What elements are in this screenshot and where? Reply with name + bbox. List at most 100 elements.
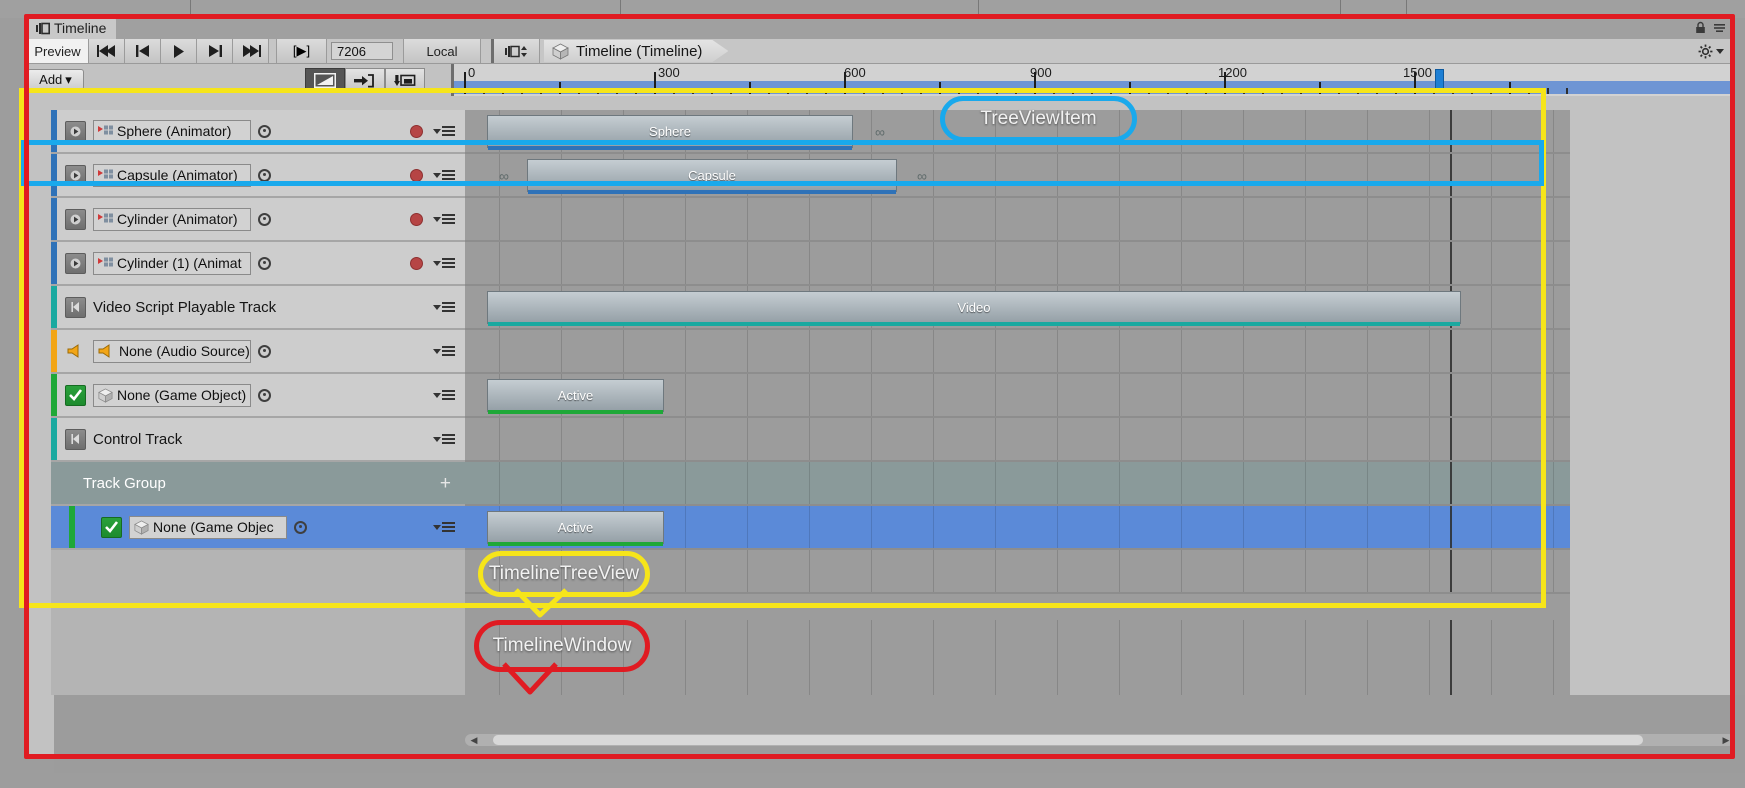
record-button[interactable] <box>410 168 423 182</box>
ruler-tick <box>711 88 713 94</box>
track-menu-button[interactable] <box>433 214 455 224</box>
frame-input[interactable]: 7206 <box>331 42 393 60</box>
clip-row[interactable] <box>465 330 1570 374</box>
add-track-button[interactable]: Add ▾ <box>27 69 84 90</box>
animator-icon[interactable] <box>65 164 86 186</box>
track-group-add-button[interactable]: + <box>440 474 451 493</box>
track-object-field[interactable]: Capsule (Animator) <box>93 163 251 187</box>
playable-track-icon[interactable] <box>65 296 86 318</box>
lock-target-icon[interactable] <box>258 168 271 182</box>
grid-line <box>809 418 810 460</box>
playhead-line <box>1450 550 1452 592</box>
track-header-audio-track[interactable]: None (Audio Source) <box>51 330 465 374</box>
track-header-group-activation-track[interactable]: None (Game Objec <box>51 506 465 550</box>
last-frame-button[interactable] <box>233 39 269 63</box>
ruler-tick <box>1262 88 1264 94</box>
annotation-tail-timelinetreeview <box>514 588 568 618</box>
replace-mode-button[interactable] <box>385 68 425 92</box>
video-clip[interactable]: Video <box>487 291 1461 326</box>
sequence-selector-button[interactable] <box>494 39 540 63</box>
clip-row[interactable]: Active <box>465 374 1570 418</box>
track-header-cylinder-animator[interactable]: Cylinder (Animator) <box>51 198 465 242</box>
play-button[interactable] <box>161 39 197 63</box>
lock-target-icon[interactable] <box>258 212 271 226</box>
track-header-sphere-animator[interactable]: Sphere (Animator) <box>51 110 465 154</box>
record-button[interactable] <box>410 212 423 226</box>
track-object-field[interactable]: None (Game Objec <box>129 515 287 539</box>
grid-line <box>871 198 872 240</box>
lock-target-icon[interactable] <box>258 124 271 138</box>
breadcrumb[interactable]: Timeline (Timeline) <box>544 40 728 62</box>
grid-line <box>747 374 748 416</box>
lock-icon[interactable] <box>1695 21 1706 34</box>
mix-mode-button[interactable] <box>305 68 345 92</box>
sphere-clip[interactable]: Sphere <box>487 115 853 150</box>
grid-line <box>623 462 624 504</box>
track-object-field[interactable]: Cylinder (1) (Animat <box>93 251 251 275</box>
animator-icon[interactable] <box>65 252 86 274</box>
first-frame-button[interactable] <box>89 39 125 63</box>
track-header-activation-track[interactable]: None (Game Object) <box>51 374 465 418</box>
play-range-button[interactable]: [▶] <box>277 39 327 63</box>
grid-line <box>995 154 996 196</box>
track-menu-button[interactable] <box>433 346 455 356</box>
clip-track-area[interactable]: Sphere ∞ Capsule ∞ ∞ Video Active Active <box>465 110 1570 620</box>
grid-line <box>499 198 500 240</box>
previous-keyframe-button[interactable] <box>125 39 161 63</box>
grid-line <box>1057 330 1058 372</box>
lock-target-icon[interactable] <box>258 256 271 270</box>
record-button[interactable] <box>410 256 423 270</box>
checkbox-checked-icon[interactable] <box>101 516 122 538</box>
clip-row[interactable] <box>465 418 1570 462</box>
tab-timeline[interactable]: Timeline <box>29 17 117 39</box>
track-header-control-track[interactable]: Control Track <box>51 418 465 462</box>
lock-target-icon[interactable] <box>258 388 271 402</box>
track-object-field[interactable]: Sphere (Animator) <box>93 119 251 143</box>
track-menu-button[interactable] <box>433 258 455 268</box>
clip-row[interactable]: Video <box>465 286 1570 330</box>
animator-icon[interactable] <box>65 208 86 230</box>
group-active-clip[interactable]: Active <box>487 511 664 546</box>
next-keyframe-button[interactable] <box>197 39 233 63</box>
track-menu-button[interactable] <box>433 522 455 532</box>
track-menu-button[interactable] <box>433 434 455 444</box>
checkbox-checked-icon[interactable] <box>65 384 86 406</box>
track-object-field[interactable]: Cylinder (Animator) <box>93 207 251 231</box>
track-header-list[interactable]: Sphere (Animator) Capsule (Animator) Cylin… <box>51 110 465 620</box>
lock-target-icon[interactable] <box>294 520 307 534</box>
time-mode-button[interactable]: Local <box>403 39 481 63</box>
track-header-cylinder-1-animator[interactable]: Cylinder (1) (Animat <box>51 242 465 286</box>
active-clip[interactable]: Active <box>487 379 664 414</box>
track-header-video-script-playable-track[interactable]: Video Script Playable Track <box>51 286 465 330</box>
track-menu-button[interactable] <box>433 302 455 312</box>
playable-track-icon[interactable] <box>65 428 86 450</box>
ripple-mode-button[interactable] <box>345 68 385 92</box>
scroll-left-arrow[interactable]: ◀ <box>467 734 481 746</box>
track-object-field[interactable]: None (Game Object) <box>93 383 251 407</box>
settings-button[interactable] <box>1698 39 1732 63</box>
horizontal-scrollbar[interactable]: ◀ ▶ <box>465 734 1735 746</box>
clip-row[interactable]: Capsule ∞ ∞ <box>465 154 1570 198</box>
track-group-header[interactable]: Track Group + <box>51 462 465 506</box>
scrollbar-thumb[interactable] <box>493 735 1643 745</box>
time-ruler[interactable]: 0 300 600 900 1200 1500 <box>451 64 1732 96</box>
kebab-menu-icon[interactable] <box>1713 21 1726 34</box>
clip-row[interactable]: Active <box>465 506 1570 550</box>
track-header-capsule-animator[interactable]: Capsule (Animator) <box>51 154 465 198</box>
lock-target-icon[interactable] <box>258 344 271 358</box>
clip-row[interactable] <box>465 462 1570 506</box>
track-menu-button[interactable] <box>433 170 455 180</box>
playhead-handle[interactable] <box>1435 69 1444 93</box>
capsule-clip[interactable]: Capsule <box>527 159 897 194</box>
scroll-right-arrow[interactable]: ▶ <box>1719 734 1733 746</box>
record-button[interactable] <box>410 124 423 138</box>
track-menu-button[interactable] <box>433 390 455 400</box>
preview-button[interactable]: Preview <box>27 39 89 63</box>
grid-line <box>995 330 996 372</box>
track-object-field[interactable]: None (Audio Source) <box>93 339 251 363</box>
animator-icon[interactable] <box>65 120 86 142</box>
speaker-icon[interactable] <box>65 341 86 362</box>
track-menu-button[interactable] <box>433 126 455 136</box>
clip-row[interactable] <box>465 242 1570 286</box>
clip-row[interactable] <box>465 198 1570 242</box>
